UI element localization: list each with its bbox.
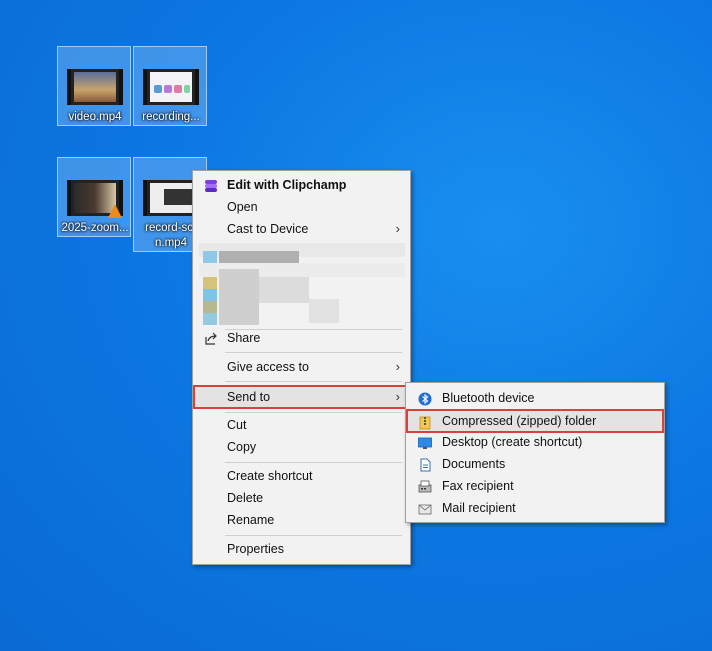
menu-item-label: Properties xyxy=(227,542,284,556)
menu-item-give-access[interactable]: Give access to › xyxy=(195,356,408,378)
menu-item-copy[interactable]: Copy xyxy=(195,436,408,458)
menu-item-label: Rename xyxy=(227,513,275,527)
send-to-submenu: Bluetooth device Compressed (zipped) fol… xyxy=(405,382,665,523)
vlc-cone-icon xyxy=(108,204,122,218)
share-icon xyxy=(204,331,218,345)
menu-item-label: Edit with Clipchamp xyxy=(227,178,347,192)
menu-item-share[interactable]: Share xyxy=(195,327,408,349)
menu-separator xyxy=(225,462,402,463)
video-thumbnail-icon xyxy=(67,69,123,105)
chevron-right-icon: › xyxy=(395,389,400,404)
desktop-icon-recording[interactable]: recording... xyxy=(133,46,207,126)
send-to-bluetooth[interactable]: Bluetooth device xyxy=(408,387,662,409)
menu-item-cut[interactable]: Cut xyxy=(195,414,408,436)
menu-item-rename[interactable]: Rename xyxy=(195,509,408,531)
clipchamp-icon xyxy=(204,178,218,192)
menu-item-cast-to-device[interactable]: Cast to Device › xyxy=(195,218,408,240)
menu-item-label: Compressed (zipped) folder xyxy=(442,414,597,428)
video-thumbnail-icon xyxy=(143,180,199,216)
send-to-fax[interactable]: Fax recipient xyxy=(408,475,662,497)
documents-icon xyxy=(418,457,432,472)
context-menu: Edit with Clipchamp Open Cast to Device … xyxy=(192,170,411,565)
desktop-icon-video[interactable]: video.mp4 xyxy=(57,46,131,126)
menu-item-properties[interactable]: Properties xyxy=(195,538,408,560)
mail-icon xyxy=(418,501,432,515)
zip-folder-icon xyxy=(418,414,432,430)
menu-item-label: Documents xyxy=(442,457,506,471)
menu-item-label: Fax recipient xyxy=(442,479,514,493)
menu-separator xyxy=(225,352,402,353)
bluetooth-icon xyxy=(418,391,432,406)
menu-separator xyxy=(225,535,402,536)
menu-item-label: Desktop (create shortcut) xyxy=(442,435,583,449)
menu-item-label: Cast to Device xyxy=(227,222,309,236)
icon-label: recording... xyxy=(142,111,200,123)
menu-item-label: Open xyxy=(227,200,258,214)
menu-separator xyxy=(225,381,402,382)
send-to-compressed-folder[interactable]: Compressed (zipped) folder xyxy=(406,409,664,433)
desktop-icon-zoom[interactable]: 2025-zoom... xyxy=(57,157,131,237)
menu-item-edit-clipchamp[interactable]: Edit with Clipchamp xyxy=(195,174,408,196)
video-thumbnail-icon xyxy=(143,69,199,105)
menu-item-label: Copy xyxy=(227,440,257,454)
desktop-icon xyxy=(418,435,432,449)
menu-item-label: Delete xyxy=(227,491,264,505)
menu-item-create-shortcut[interactable]: Create shortcut xyxy=(195,465,408,487)
menu-item-label: Cut xyxy=(227,418,247,432)
chevron-right-icon: › xyxy=(395,221,400,236)
send-to-documents[interactable]: Documents xyxy=(408,453,662,475)
menu-separator xyxy=(225,412,402,413)
menu-item-label: Send to xyxy=(227,390,271,404)
menu-item-label: Give access to xyxy=(227,360,309,374)
menu-item-open[interactable]: Open xyxy=(195,196,408,218)
menu-item-label: Bluetooth device xyxy=(442,391,535,405)
menu-item-delete[interactable]: Delete xyxy=(195,487,408,509)
blurred-menu-items xyxy=(199,243,405,327)
menu-item-label: Create shortcut xyxy=(227,469,313,483)
send-to-desktop[interactable]: Desktop (create shortcut) xyxy=(408,431,662,453)
chevron-right-icon: › xyxy=(395,359,400,374)
menu-item-send-to[interactable]: Send to › xyxy=(193,385,410,409)
menu-item-label: Mail recipient xyxy=(442,501,516,515)
icon-label: 2025-zoom... xyxy=(61,222,129,234)
menu-item-label: Share xyxy=(227,331,261,345)
icon-label: video.mp4 xyxy=(68,111,122,123)
fax-icon xyxy=(418,479,432,493)
send-to-mail[interactable]: Mail recipient xyxy=(408,497,662,519)
